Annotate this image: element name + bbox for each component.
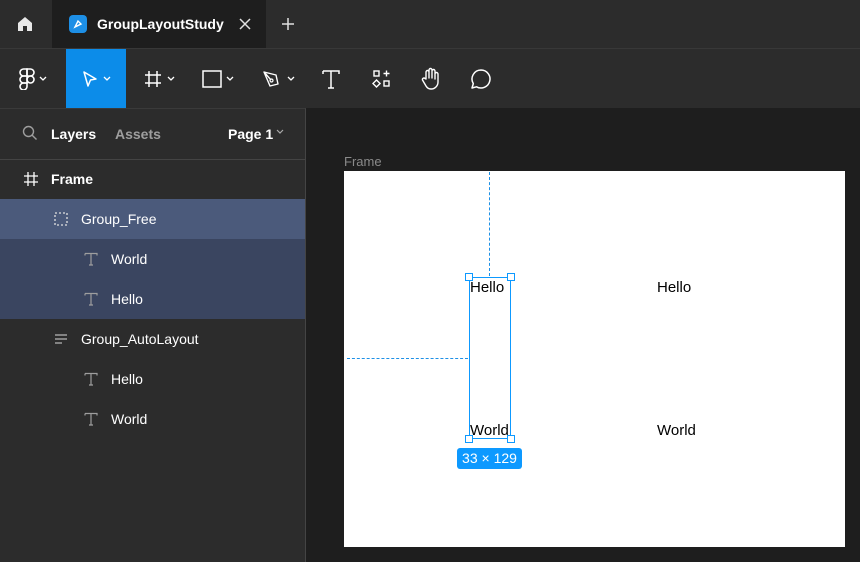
text-icon [82, 370, 100, 388]
shape-tool-button[interactable] [192, 49, 244, 109]
close-icon [239, 18, 251, 30]
file-tab[interactable]: GroupLayoutStudy [52, 0, 266, 48]
close-tab-button[interactable] [234, 13, 256, 35]
chevron-down-icon [287, 76, 295, 81]
chevron-down-icon[interactable] [276, 129, 284, 135]
frame-tool-button[interactable] [134, 49, 184, 109]
measure-guide-vertical [489, 172, 490, 276]
layer-row-group-free[interactable]: Group_Free [0, 199, 305, 239]
panel-header: Layers Assets Page 1 [0, 109, 305, 160]
layer-label: Hello [111, 371, 143, 387]
components-icon [372, 70, 390, 89]
layer-row-world[interactable]: World [0, 239, 305, 279]
tab-layers[interactable]: Layers [51, 126, 96, 142]
chevron-down-icon [103, 76, 111, 81]
layer-row-frame[interactable]: Frame [0, 159, 305, 199]
canvas-text-hello-autolayout[interactable]: Hello [657, 279, 691, 297]
resize-handle-top-right[interactable] [507, 273, 515, 281]
text-tool-button[interactable] [312, 49, 350, 109]
layer-label: World [111, 411, 148, 427]
page-selector[interactable]: Page 1 [228, 126, 273, 142]
layers-panel: Layers Assets Page 1 Frame Group_Free Wo… [0, 108, 306, 562]
toolbar [0, 48, 860, 109]
hash-icon [145, 71, 161, 87]
chevron-down-icon [167, 76, 175, 81]
resize-handle-top-left[interactable] [465, 273, 473, 281]
layer-label: Hello [111, 291, 143, 307]
home-button[interactable] [0, 0, 50, 48]
tab-title: GroupLayoutStudy [97, 16, 224, 32]
frame-label[interactable]: Frame [344, 154, 382, 169]
text-icon [82, 290, 100, 308]
chevron-down-icon [226, 76, 234, 81]
figma-logo-icon [19, 68, 35, 90]
cursor-icon [83, 71, 97, 87]
move-tool-button[interactable] [66, 49, 126, 109]
rectangle-icon [202, 70, 222, 88]
resize-handle-bottom-left[interactable] [465, 435, 473, 443]
layer-row-world[interactable]: World [0, 399, 305, 439]
layer-row-hello[interactable]: Hello [0, 279, 305, 319]
comment-tool-button[interactable] [460, 49, 502, 109]
text-icon [322, 70, 340, 89]
new-tab-button[interactable] [276, 13, 300, 35]
hand-tool-button[interactable] [410, 49, 452, 109]
pen-icon [263, 71, 279, 87]
main-menu-button[interactable] [8, 49, 58, 109]
frame-icon [22, 170, 40, 188]
frame[interactable] [344, 171, 845, 547]
text-icon [82, 410, 100, 428]
hand-icon [421, 67, 439, 90]
layer-label: Frame [51, 171, 94, 187]
chevron-down-icon [39, 76, 47, 81]
layer-label: World [111, 251, 148, 267]
comment-icon [471, 69, 491, 89]
measure-guide-horizontal [347, 358, 468, 359]
selection-box[interactable] [469, 277, 511, 439]
canvas-text-world-autolayout[interactable]: World [657, 422, 696, 440]
text-icon [82, 250, 100, 268]
tab-bar: GroupLayoutStudy [0, 0, 860, 48]
tab-assets[interactable]: Assets [115, 126, 161, 142]
pen-tool-button[interactable] [252, 49, 304, 109]
selection-size-badge: 33 × 129 [457, 448, 522, 469]
layer-label: Group_Free [81, 211, 157, 227]
layer-row-group-autolayout[interactable]: Group_AutoLayout [0, 319, 305, 359]
figma-file-icon [69, 15, 87, 33]
home-icon [18, 17, 32, 31]
autolayout-icon [52, 330, 70, 348]
resize-handle-bottom-right[interactable] [507, 435, 515, 443]
search-icon[interactable] [22, 125, 38, 141]
resources-tool-button[interactable] [362, 49, 402, 109]
layer-label: Group_AutoLayout [81, 331, 199, 347]
group-icon [52, 210, 70, 228]
layer-row-hello[interactable]: Hello [0, 359, 305, 399]
plus-icon [282, 18, 294, 30]
